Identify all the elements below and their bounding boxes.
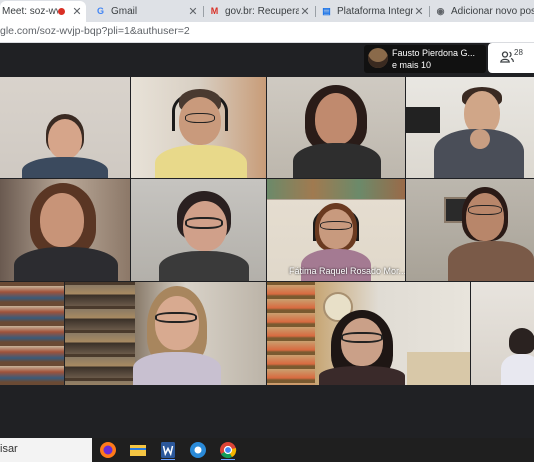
participant-count: 28 xyxy=(514,48,523,57)
participant-video xyxy=(319,310,405,385)
platform-icon: ▤ xyxy=(322,6,331,16)
video-tile-10[interactable] xyxy=(65,282,266,385)
close-tab-icon[interactable]: ✕ xyxy=(413,5,425,18)
participant-video xyxy=(129,286,225,385)
close-tab-icon[interactable]: ✕ xyxy=(71,5,83,18)
participant-more: e mais 10 xyxy=(392,60,432,70)
shelf-background xyxy=(267,282,315,385)
firefox-icon[interactable] xyxy=(98,440,118,460)
app-icon[interactable] xyxy=(188,440,208,460)
word-icon[interactable] xyxy=(158,440,178,460)
video-tile-8[interactable] xyxy=(406,179,534,281)
google-icon: G xyxy=(96,6,104,16)
bookshelf-background xyxy=(65,282,135,385)
tab-title: Adicionar novo post ‹ I xyxy=(451,6,534,17)
avatar xyxy=(368,48,388,68)
globe-icon: ◉ xyxy=(436,6,445,16)
tab-gmail[interactable]: G Gmail ✕ xyxy=(90,1,202,22)
participant-preview[interactable]: Fausto Pierdona G... e mais 10 xyxy=(364,45,486,73)
video-tile-4[interactable] xyxy=(406,77,534,178)
browser-tab-bar: Meet: soz-wvjp-bq ✕ G Gmail ✕ M gov.br: … xyxy=(0,0,534,22)
url-text[interactable]: gle.com/soz-wvjp-bqp?pli=1&authuser=2 xyxy=(0,25,190,37)
tab-title: gov.br: Recuperação de xyxy=(225,6,299,17)
close-tab-icon[interactable]: ✕ xyxy=(299,5,311,18)
file-explorer-icon[interactable] xyxy=(128,440,148,460)
video-tile-5[interactable] xyxy=(0,179,130,281)
participant-video xyxy=(426,85,530,178)
participants-button[interactable]: 28 xyxy=(488,43,534,73)
video-tile-1[interactable] xyxy=(0,77,130,178)
chrome-icon[interactable] xyxy=(218,440,238,460)
tab-gov-br[interactable]: M gov.br: Recuperação de ✕ xyxy=(204,1,314,22)
tab-title: Plataforma Íntegra - Co xyxy=(337,6,413,17)
people-icon xyxy=(500,51,514,63)
tab-adicionar-post[interactable]: ◉ Adicionar novo post ‹ I xyxy=(430,1,534,22)
tab-plataforma-integra[interactable]: ▤ Plataforma Íntegra - Co ✕ xyxy=(316,1,428,22)
tab-meet[interactable]: Meet: soz-wvjp-bq ✕ xyxy=(0,1,86,22)
video-tile-6[interactable] xyxy=(131,179,266,281)
participant-name: Fausto Pierdona G... xyxy=(392,48,476,58)
address-bar[interactable]: gle.com/soz-wvjp-bqp?pli=1&authuser=2 xyxy=(0,22,534,43)
participant-video xyxy=(20,114,110,178)
participant-video xyxy=(12,183,120,281)
close-tab-icon[interactable]: ✕ xyxy=(187,5,199,18)
video-tile-7[interactable]: Fátima Raquel Rosado Mor... xyxy=(267,179,405,281)
tab-title: Gmail xyxy=(111,6,138,17)
windows-taskbar: isar xyxy=(0,438,534,462)
video-tile-12[interactable] xyxy=(471,282,534,385)
video-tile-11[interactable] xyxy=(267,282,470,385)
participant-video xyxy=(448,185,534,281)
gmail-icon: M xyxy=(210,6,219,16)
taskbar-search[interactable]: isar xyxy=(0,438,92,462)
recording-dot-icon xyxy=(58,8,65,15)
participant-video xyxy=(291,81,383,178)
participant-video xyxy=(151,83,251,178)
wall-painting xyxy=(267,179,405,199)
video-tile-2[interactable] xyxy=(131,77,266,178)
tab-title: Meet: soz-wvjp-bq xyxy=(2,6,58,17)
tile-name: Fátima Raquel Rosado Mor... xyxy=(289,266,405,276)
couch-background xyxy=(407,352,470,385)
video-tile-3[interactable] xyxy=(267,77,405,178)
meet-video-grid: Fausto Pierdona G... e mais 10 28 Fátima… xyxy=(0,43,534,438)
video-tile-9[interactable] xyxy=(0,282,64,385)
participant-video xyxy=(155,187,253,281)
participant-video xyxy=(501,328,534,385)
search-text: isar xyxy=(0,443,18,455)
